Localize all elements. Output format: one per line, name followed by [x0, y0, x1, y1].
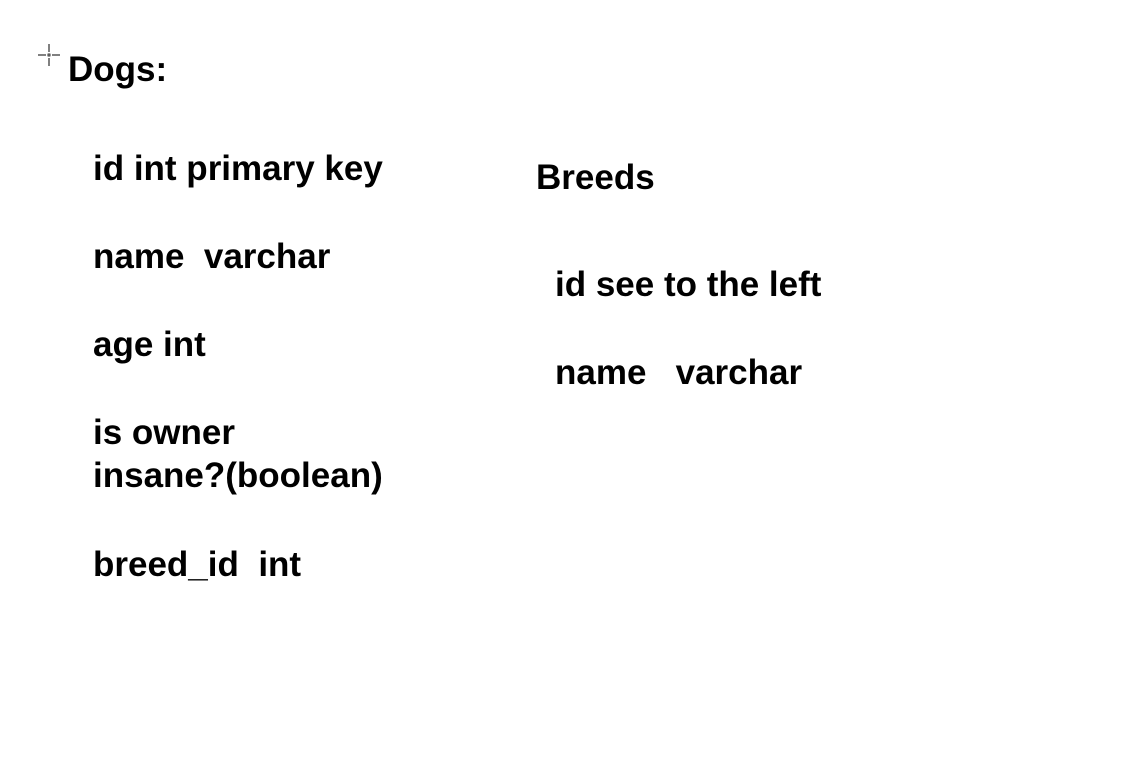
paint-canvas[interactable]: Dogs: id int primary key name varchar ag… — [0, 0, 1147, 768]
dogs-field-breed-id: breed_id int — [93, 545, 302, 584]
dogs-field-name: name varchar — [93, 237, 331, 276]
dogs-field-age: age int — [93, 325, 206, 364]
crosshair-cursor-icon — [38, 44, 60, 66]
dogs-field-is-owner: is owner — [93, 413, 235, 452]
dogs-field-id: id int primary key — [93, 149, 383, 188]
breeds-field-id: id see to the left — [555, 265, 822, 304]
breeds-title: Breeds — [536, 158, 655, 197]
dogs-title: Dogs: — [68, 50, 168, 89]
breeds-field-name: name varchar — [555, 353, 803, 392]
dogs-field-insane: insane?(boolean) — [93, 456, 383, 495]
